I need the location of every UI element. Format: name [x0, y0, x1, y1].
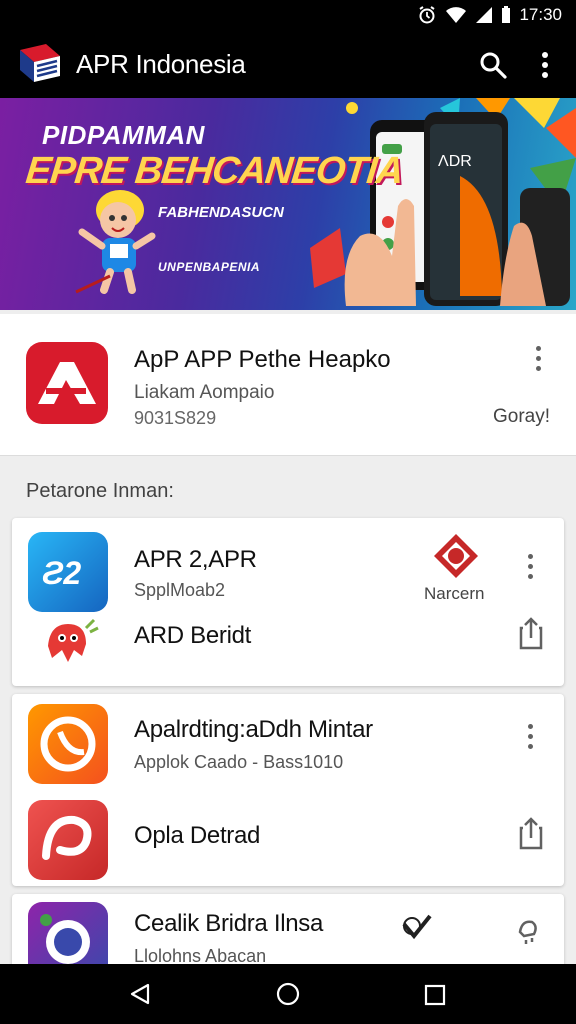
app-more-icon[interactable]	[526, 554, 534, 582]
banner-phones-image: ΛDR	[344, 112, 570, 306]
wifi-icon	[445, 6, 467, 24]
alarm-icon	[417, 5, 437, 25]
recent-apps-icon[interactable]	[424, 984, 446, 1006]
partner-badge-icon	[434, 534, 478, 578]
banner-heading: PIDPAMMAN	[42, 120, 205, 150]
home-icon[interactable]	[276, 982, 300, 1006]
featured-app-developer: Liakam Aompaio	[134, 382, 275, 403]
featured-app-icon	[26, 342, 108, 424]
banner-caption: UNPENBAPENIA	[158, 260, 261, 274]
app-title: Opla Detrad	[134, 822, 261, 849]
back-icon[interactable]	[128, 982, 152, 1006]
featured-app-item[interactable]: ApP APP Pethe Heapko Liakam Aompaio 9031…	[0, 314, 576, 456]
featured-more-icon[interactable]	[534, 346, 542, 374]
status-bar: 17:30	[0, 0, 576, 30]
svg-text:Ƨ2: Ƨ2	[42, 555, 81, 591]
app-icon-orange	[28, 704, 108, 784]
app-card: Apalrdting:aDdh Mintar Applok Caado - Ba…	[12, 694, 564, 886]
featured-app-number: 9031S829	[134, 408, 217, 428]
app-icon-red	[28, 800, 108, 880]
app-bar: APR Indonesia	[0, 30, 576, 98]
app-more-icon[interactable]	[526, 724, 534, 752]
system-nav-bar	[0, 964, 576, 1024]
app-card: Cealik Bridra Ilnsa Llolohns Abacan	[12, 894, 564, 982]
featured-app-tag: Goray!	[492, 406, 550, 427]
app-subtitle: SpplMoab2	[134, 580, 226, 600]
overflow-menu-icon[interactable]	[534, 50, 556, 80]
share-icon[interactable]	[518, 816, 544, 850]
search-icon[interactable]	[478, 50, 508, 80]
signal-icon	[475, 6, 493, 24]
section-header: Petarone Inman:	[26, 480, 174, 502]
app-subtitle: Applok Caado - Bass1010	[134, 752, 344, 772]
mascot-image	[75, 190, 156, 294]
clock-time: 17:30	[519, 5, 562, 24]
banner-subtitle: FABHENDASUCN	[158, 204, 284, 221]
rate-icon[interactable]	[514, 916, 542, 946]
battery-icon	[501, 6, 511, 24]
verified-icon	[402, 914, 432, 940]
share-icon[interactable]	[518, 616, 544, 650]
promo-banner[interactable]: ΛDR PIDPAMMAN EPRE BEHCANEOTIA FABHENDAS…	[0, 98, 576, 310]
app-card: Ƨ2 APR 2,APR SpplMoab2 Narcern ARD Berid…	[12, 518, 564, 686]
app-title: APR 2,APR	[134, 546, 257, 573]
apr-logo-icon	[20, 44, 60, 82]
featured-app-title: ApP APP Pethe Heapko	[134, 346, 391, 373]
app-title: Cealik Bridra Ilnsa	[134, 910, 324, 937]
banner-phone-text: ΛDR	[438, 153, 472, 170]
app-title: Apalrdting:aDdh Mintar	[134, 716, 373, 743]
app-title: ARD Beridt	[134, 622, 252, 649]
mascot-icon	[48, 618, 99, 662]
app-title: APR Indonesia	[76, 49, 246, 79]
partner-badge-label: Narcern	[424, 584, 485, 603]
app-icon-blue: Ƨ2	[28, 532, 108, 612]
